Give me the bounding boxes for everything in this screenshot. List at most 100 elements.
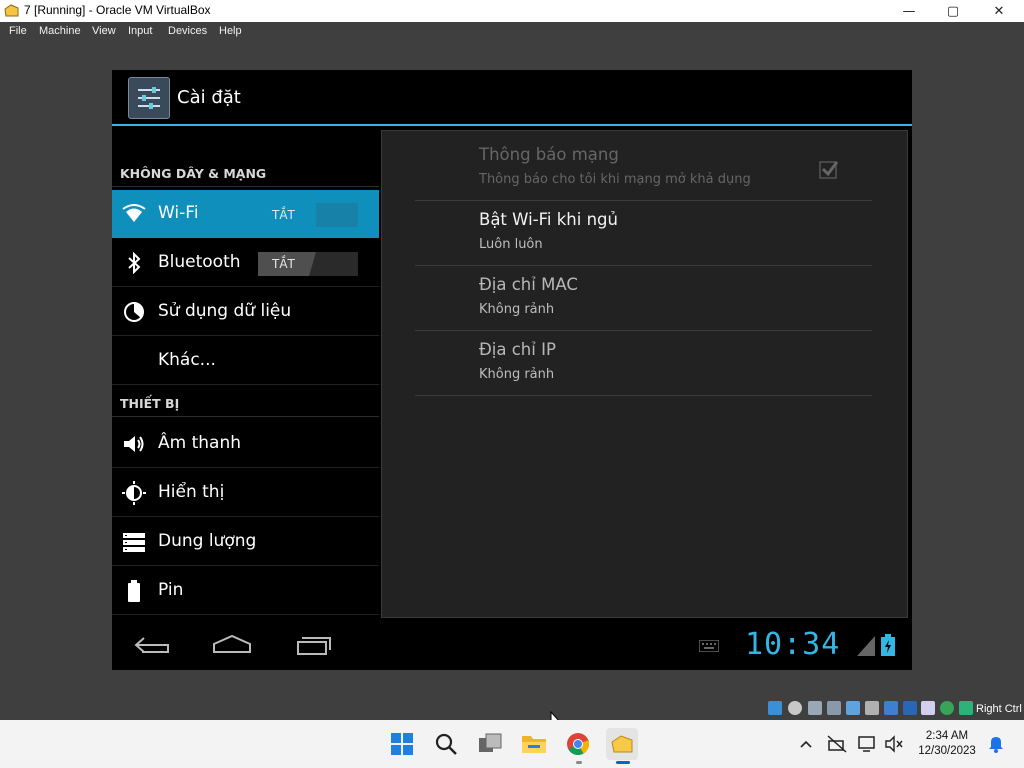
brightness-icon <box>122 481 146 505</box>
signal-icon <box>857 636 875 656</box>
battery-charging-icon <box>881 634 895 656</box>
usb-icon[interactable] <box>846 701 860 715</box>
settings-item-wifi[interactable]: Wi-Fi TẮT <box>112 190 379 238</box>
pref-summary: Không rảnh <box>479 302 555 317</box>
settings-item-label: Khác... <box>158 350 216 370</box>
chrome-button[interactable] <box>562 728 594 760</box>
shared-folders-icon[interactable] <box>865 701 879 715</box>
menu-file[interactable]: File <box>9 25 27 37</box>
menu-devices[interactable]: Devices <box>168 25 207 37</box>
close-button[interactable]: ✕ <box>976 0 1022 22</box>
minimize-button[interactable]: — <box>886 0 932 22</box>
pref-title: Thông báo mạng <box>479 145 619 164</box>
running-indicator <box>576 761 582 764</box>
pref-title: Địa chỉ IP <box>479 340 556 359</box>
toggle-knob: TẮT <box>258 203 316 227</box>
pref-ip-address: Địa chỉ IP Không rảnh <box>415 332 872 396</box>
section-divider <box>112 186 379 187</box>
settings-item-label: Wi-Fi <box>158 203 199 223</box>
app-title: Cài đặt <box>177 87 241 108</box>
pref-summary: Luôn luôn <box>479 237 543 252</box>
chrome-icon <box>567 733 589 755</box>
window-title: 7 [Running] - Oracle VM VirtualBox <box>24 3 211 17</box>
pref-title: Bật Wi-Fi khi ngủ <box>479 210 618 229</box>
windows-logo-icon <box>391 733 413 755</box>
settings-item-label: Bluetooth <box>158 252 241 272</box>
cpu-icon[interactable] <box>921 701 935 715</box>
settings-item-display[interactable]: Hiển thị <box>112 469 379 517</box>
keyboard-capture-icon[interactable] <box>959 701 973 715</box>
pref-title: Địa chỉ MAC <box>479 275 578 294</box>
clock-time: 2:34 AM <box>925 730 969 742</box>
vm-menubar: File Machine View Input Devices Help <box>0 22 1024 42</box>
section-header-device: THIẾT BỊ <box>120 396 180 411</box>
status-clock: 10:34 <box>745 627 841 662</box>
file-explorer-button[interactable] <box>518 728 550 760</box>
data-usage-icon <box>122 300 146 324</box>
home-icon[interactable] <box>210 632 254 658</box>
wifi-toggle[interactable]: TẮT <box>258 203 358 227</box>
mouse-integration-icon[interactable] <box>940 701 954 715</box>
virtualbox-app-icon <box>4 4 19 17</box>
android-screen: Cài đặt KHÔNG DÂY & MẠNG Wi-Fi TẮT Bluet… <box>112 70 912 670</box>
action-bar: Cài đặt <box>112 70 912 124</box>
checkbox-checked-icon[interactable] <box>819 159 839 179</box>
maximize-button[interactable]: ▢ <box>930 0 976 22</box>
settings-item-label: Pin <box>158 580 184 600</box>
settings-item-label: Âm thanh <box>158 433 241 453</box>
pref-mac-address: Địa chỉ MAC Không rảnh <box>415 267 872 331</box>
wifi-icon <box>122 202 146 226</box>
settings-item-label: Hiển thị <box>158 482 225 502</box>
section-header-wireless: KHÔNG DÂY & MẠNG <box>120 166 267 181</box>
window-titlebar: 7 [Running] - Oracle VM VirtualBox — ▢ ✕ <box>0 0 1024 22</box>
recent-apps-icon[interactable] <box>292 632 336 658</box>
settings-item-battery[interactable]: Pin <box>112 567 379 615</box>
pref-network-notification[interactable]: Thông báo mạng Thông báo cho tôi khi mạn… <box>415 137 872 201</box>
wifi-preferences-pane: Thông báo mạng Thông báo cho tôi khi mạn… <box>381 130 908 618</box>
back-icon[interactable] <box>132 632 176 658</box>
keyboard-icon[interactable] <box>699 640 719 652</box>
pref-wifi-sleep[interactable]: Bật Wi-Fi khi ngủ Luôn luôn <box>415 202 872 266</box>
bluetooth-toggle[interactable]: TẮT <box>258 252 358 276</box>
search-button[interactable] <box>430 728 462 760</box>
settings-item-storage[interactable]: Dung lượng <box>112 518 379 566</box>
menu-machine[interactable]: Machine <box>39 25 81 37</box>
settings-item-more[interactable]: Khác... <box>112 337 379 385</box>
speaker-muted-icon[interactable] <box>884 734 904 754</box>
system-clock[interactable]: 2:34 AM 12/30/2023 <box>912 729 982 759</box>
notification-bell-icon[interactable] <box>986 734 1006 754</box>
task-view-button[interactable] <box>474 728 506 760</box>
virtualbox-icon <box>611 735 633 753</box>
settings-item-data-usage[interactable]: Sử dụng dữ liệu <box>112 288 379 336</box>
menu-help[interactable]: Help <box>219 25 242 37</box>
settings-item-sound[interactable]: Âm thanh <box>112 420 379 468</box>
bluetooth-icon <box>122 251 146 275</box>
settings-list: KHÔNG DÂY & MẠNG Wi-Fi TẮT Bluetooth TẮT <box>112 126 379 620</box>
optical-drive-icon[interactable] <box>788 701 802 715</box>
battery-icon <box>122 579 146 603</box>
pref-summary: Thông báo cho tôi khi mạng mở khả dụng <box>479 172 751 187</box>
clock-date: 12/30/2023 <box>918 745 976 757</box>
virtualbox-button[interactable] <box>606 728 638 760</box>
start-button[interactable] <box>386 728 418 760</box>
network-icon[interactable] <box>827 701 841 715</box>
network-disconnected-icon[interactable] <box>827 734 847 754</box>
task-view-icon <box>479 733 502 752</box>
toggle-knob: TẮT <box>258 252 316 276</box>
recording-icon[interactable] <box>903 701 917 715</box>
display-icon[interactable] <box>884 701 898 715</box>
android-navbar: 10:34 <box>112 620 912 670</box>
settings-item-bluetooth[interactable]: Bluetooth TẮT <box>112 239 379 287</box>
settings-item-label: Sử dụng dữ liệu <box>158 301 292 321</box>
menu-view[interactable]: View <box>92 25 116 37</box>
hard-disk-icon[interactable] <box>768 701 782 715</box>
host-key-label: Right Ctrl <box>976 703 1022 715</box>
windows-taskbar: 2:34 AM 12/30/2023 <box>0 720 1024 768</box>
menu-input[interactable]: Input <box>128 25 152 37</box>
monitor-icon[interactable] <box>858 734 878 754</box>
folder-icon <box>522 736 546 753</box>
settings-app-icon <box>128 77 170 119</box>
chevron-up-icon[interactable] <box>796 734 816 754</box>
speaker-icon <box>122 432 146 456</box>
audio-icon[interactable] <box>808 701 822 715</box>
